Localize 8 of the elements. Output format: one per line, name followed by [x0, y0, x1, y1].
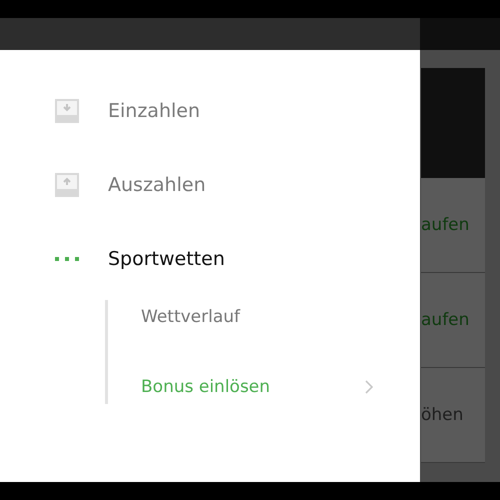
menu-item[interactable]: Einzahlen — [0, 96, 420, 126]
submenu-item[interactable]: Bonus einlösen — [108, 372, 373, 402]
submenu-item[interactable]: Wettverlauf — [108, 302, 373, 332]
dots-icon — [55, 257, 79, 261]
menu-item[interactable]: Auszahlen — [0, 170, 420, 200]
menu-item[interactable]: Sportwetten — [0, 244, 420, 274]
upload-tray-icon — [55, 173, 79, 197]
download-tray-icon — [55, 99, 79, 123]
